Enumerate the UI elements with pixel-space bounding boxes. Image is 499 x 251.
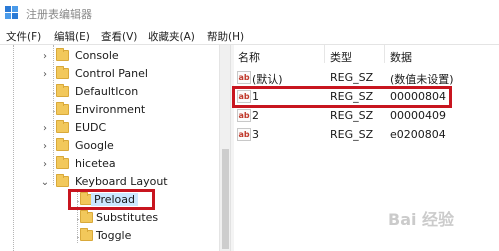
tree-item-label: Console — [75, 49, 119, 62]
tree-scrollbar[interactable] — [219, 45, 230, 251]
column-separator[interactable] — [324, 45, 325, 63]
tree-item-label: Substitutes — [96, 211, 159, 224]
tree-item-label: Google — [75, 139, 114, 152]
folder-icon — [56, 66, 69, 79]
folder-icon — [80, 210, 93, 223]
value-name: 2 — [252, 109, 259, 122]
tree-item-label: hicetea — [75, 157, 116, 170]
tree-item-label: Toggle — [96, 229, 132, 242]
registry-tree[interactable]: › Console › Control Panel DefaultIcon En… — [0, 45, 219, 251]
folder-open-icon — [56, 174, 69, 187]
column-header-name[interactable]: 名称 — [238, 49, 260, 65]
registry-editor-icon — [5, 6, 19, 20]
value-type: REG_SZ — [330, 128, 374, 141]
tree-item-defaulticon[interactable]: DefaultIcon — [0, 84, 219, 102]
folder-icon — [56, 48, 69, 61]
menu-file[interactable]: 文件(F) — [6, 29, 41, 44]
collapse-arrow-icon[interactable]: ⌄ — [40, 177, 50, 189]
expand-arrow-icon[interactable]: › — [40, 123, 50, 135]
tree-item-label: DefaultIcon — [75, 85, 139, 98]
folder-icon — [56, 156, 69, 169]
tree-item-label: Keyboard Layout — [75, 175, 168, 188]
column-separator[interactable] — [384, 45, 385, 63]
value-data: (数值未设置) — [390, 73, 454, 86]
value-name: 3 — [252, 128, 259, 141]
expand-arrow-icon[interactable]: › — [40, 69, 50, 81]
value-type: REG_SZ — [330, 71, 374, 84]
value-row-highlight-box — [232, 86, 452, 108]
folder-icon — [56, 120, 69, 133]
tree-item-toggle[interactable]: Toggle — [0, 228, 219, 246]
menu-help[interactable]: 帮助(H) — [207, 29, 244, 44]
baidu-jingyan-watermark: Bai 经验 — [388, 210, 455, 229]
scrollbar-thumb[interactable] — [222, 149, 229, 249]
expand-arrow-icon[interactable]: › — [40, 51, 50, 63]
tree-item-google[interactable]: › Google — [0, 138, 219, 156]
value-row-3[interactable]: ab 3 REG_SZ e0200804 — [234, 126, 499, 144]
folder-icon — [56, 138, 69, 151]
folder-icon — [56, 102, 69, 115]
tree-item-label: EUDC — [75, 121, 107, 134]
menu-bar: 文件(F) 编辑(E) 查看(V) 收藏夹(A) 帮助(H) — [0, 26, 499, 45]
value-name: (默认) — [252, 73, 283, 86]
column-header-data[interactable]: 数据 — [390, 49, 412, 65]
expand-arrow-icon[interactable]: › — [40, 159, 50, 171]
folder-icon — [80, 228, 93, 241]
string-value-icon: ab — [237, 71, 251, 84]
string-value-icon: ab — [237, 128, 251, 141]
menu-edit[interactable]: 编辑(E) — [54, 29, 90, 44]
folder-icon — [56, 84, 69, 97]
string-value-icon: ab — [237, 109, 251, 122]
menu-favorites[interactable]: 收藏夹(A) — [148, 29, 195, 44]
tree-item-label: Environment — [75, 103, 146, 116]
value-data: 00000409 — [390, 109, 446, 122]
tree-item-label: Control Panel — [75, 67, 148, 80]
expand-arrow-icon[interactable]: › — [40, 141, 50, 153]
menu-view[interactable]: 查看(V) — [101, 29, 137, 44]
tree-item-hicetea[interactable]: › hicetea — [0, 156, 219, 174]
values-list[interactable]: 名称 类型 数据 ab (默认) REG_SZ (数值未设置) ab 1 REG… — [234, 45, 499, 251]
column-header-type[interactable]: 类型 — [330, 49, 352, 65]
window-title: 注册表编辑器 — [26, 8, 92, 21]
tree-item-substitutes[interactable]: Substitutes — [0, 210, 219, 228]
tree-item-console[interactable]: › Console — [0, 48, 219, 66]
value-data: e0200804 — [390, 128, 446, 141]
title-bar: 注册表编辑器 — [0, 0, 499, 26]
value-row-2[interactable]: ab 2 REG_SZ 00000409 — [234, 107, 499, 125]
tree-item-environment[interactable]: Environment — [0, 102, 219, 120]
preload-highlight-box — [68, 189, 155, 210]
value-row-default[interactable]: ab (默认) REG_SZ (数值未设置) — [234, 69, 499, 87]
value-type: REG_SZ — [330, 109, 374, 122]
tree-item-eudc[interactable]: › EUDC — [0, 120, 219, 138]
tree-item-control-panel[interactable]: › Control Panel — [0, 66, 219, 84]
